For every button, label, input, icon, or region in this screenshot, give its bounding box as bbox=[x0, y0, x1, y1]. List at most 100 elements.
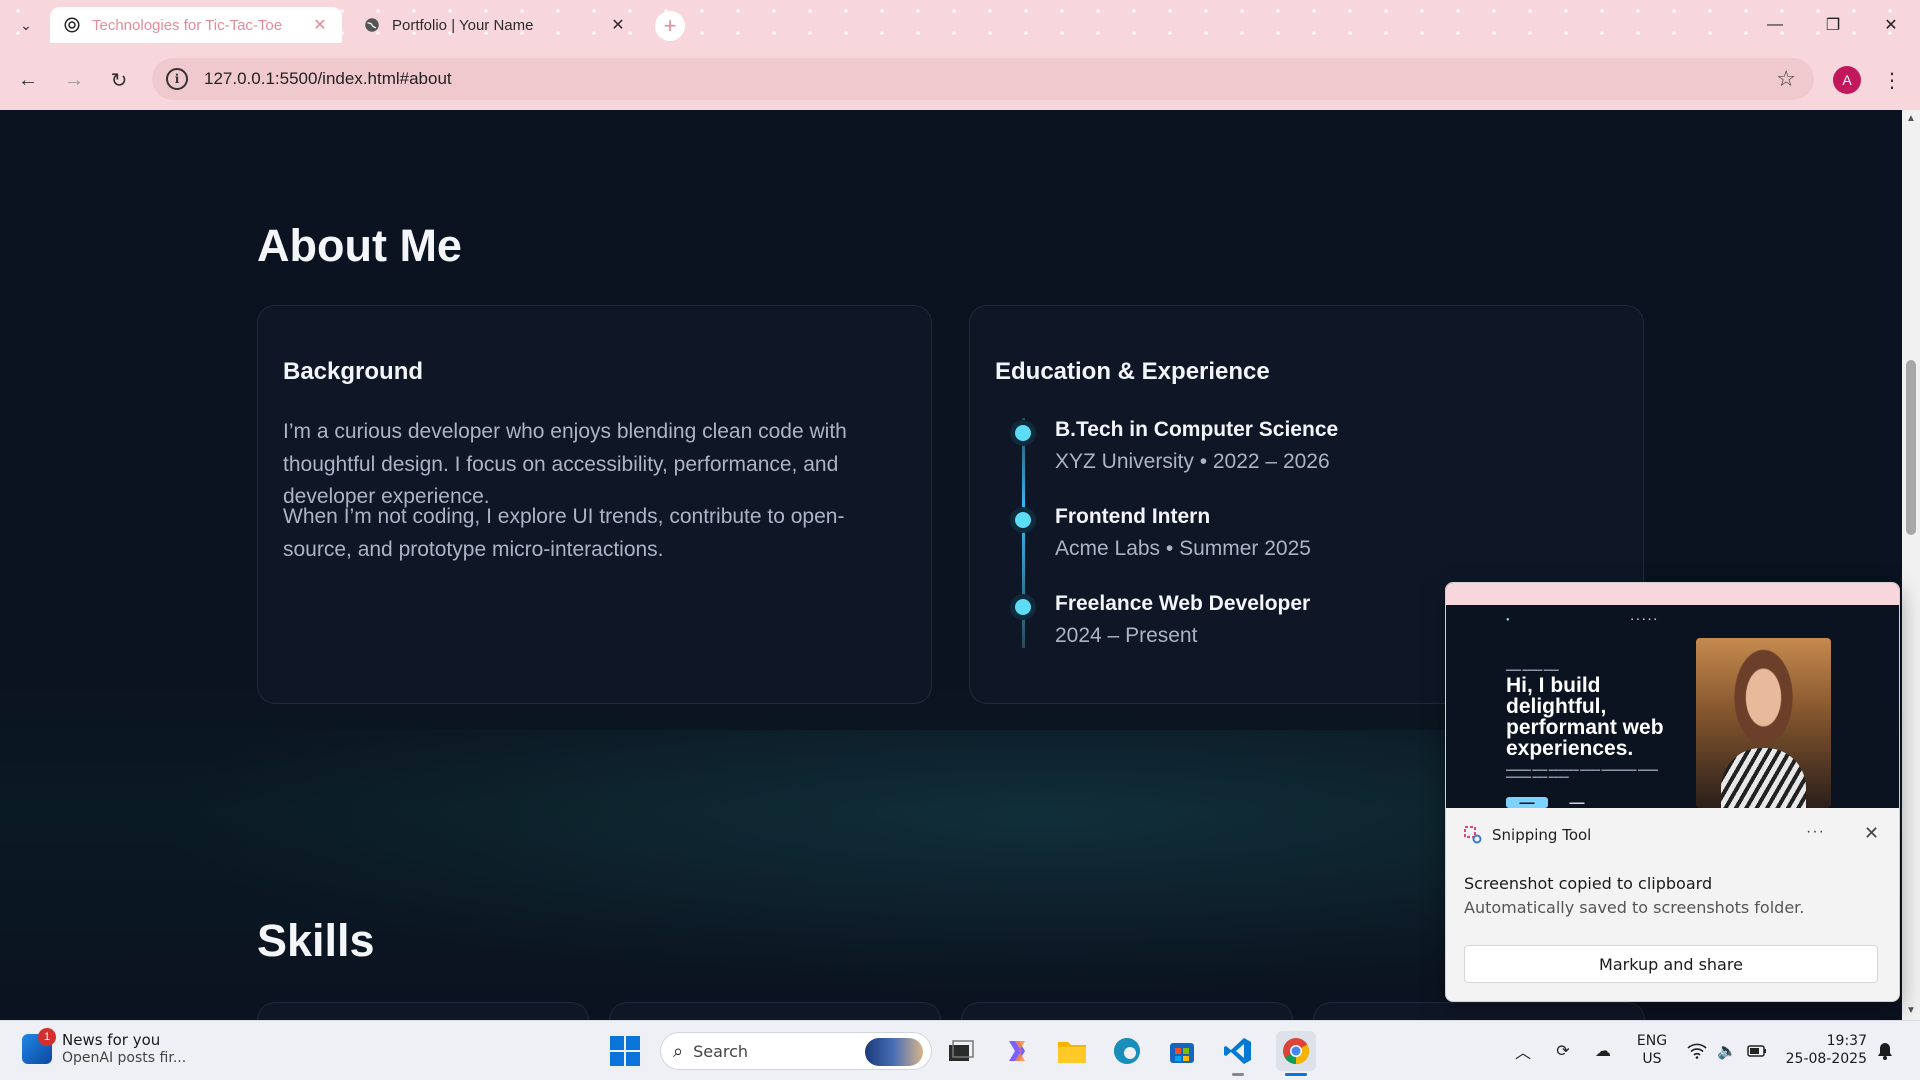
preview-eyebrow: ▬▬▬ ▬▬▬▬ ▬▬▬ bbox=[1506, 667, 1559, 673]
news-badge: 1 bbox=[38, 1028, 56, 1046]
preview-secondary-button: ▬▬▬ bbox=[1569, 799, 1585, 806]
skill-card bbox=[961, 1002, 1293, 1020]
snipping-tool-notification[interactable]: ● ▪ ▪ ▪ ▪ ▪ ▬▬▬ ▬▬▬▬ ▬▬▬ Hi, I build del… bbox=[1445, 582, 1900, 1002]
timeline-subtitle: 2024 – Present bbox=[1055, 624, 1198, 647]
search-highlight-image bbox=[865, 1038, 923, 1066]
taskbar-search[interactable]: ⌕ Search bbox=[660, 1032, 932, 1070]
snipping-tool-icon bbox=[1464, 826, 1482, 844]
show-hidden-icons-chevron-icon[interactable]: ︿ bbox=[1510, 1021, 1536, 1080]
windows-taskbar: 1 News for you OpenAI posts fir... ⌕ Sea… bbox=[0, 1020, 1920, 1080]
skill-card bbox=[257, 1002, 589, 1020]
tab-title: Technologies for Tic-Tac-Toe bbox=[92, 16, 283, 34]
preview-browser-chrome bbox=[1446, 583, 1899, 605]
clock-date: 25-08-2025 bbox=[1785, 1051, 1867, 1067]
task-view-icon[interactable] bbox=[944, 1034, 978, 1068]
about-section-title: About Me bbox=[257, 220, 462, 271]
background-paragraph-1: I’m a curious developer who enjoys blend… bbox=[283, 420, 847, 508]
news-subtitle: OpenAI posts fir... bbox=[62, 1050, 187, 1066]
wifi-icon[interactable] bbox=[1684, 1021, 1710, 1080]
globe-icon bbox=[362, 15, 382, 35]
notification-title: Screenshot copied to clipboard bbox=[1464, 874, 1713, 893]
address-bar[interactable]: i 127.0.0.1:5500/index.html#about ☆ bbox=[152, 58, 1814, 100]
volume-icon[interactable]: 🔈 bbox=[1714, 1021, 1740, 1080]
news-icon: 1 bbox=[22, 1028, 56, 1064]
scroll-up-icon[interactable]: ▲ bbox=[1906, 113, 1916, 124]
profile-avatar[interactable]: A bbox=[1833, 66, 1861, 94]
search-placeholder: Search bbox=[693, 1041, 749, 1061]
windows-start-icon[interactable] bbox=[610, 1036, 640, 1066]
chrome-icon[interactable] bbox=[1276, 1031, 1316, 1071]
preview-logo: ● bbox=[1506, 617, 1510, 623]
url-text[interactable]: 127.0.0.1:5500/index.html#about bbox=[204, 69, 452, 89]
background-paragraph-2: When I’m not coding, I explore UI trends… bbox=[283, 505, 845, 561]
taskbar-clock[interactable]: 19:37 25-08-2025 bbox=[1785, 1032, 1867, 1068]
preview-primary-button: ▬▬▬ bbox=[1506, 797, 1548, 808]
bookmark-star-icon[interactable]: ☆ bbox=[1776, 66, 1796, 92]
preview-hero-text: Hi, I build delightful, performant web e… bbox=[1506, 674, 1664, 760]
preview-portrait-photo bbox=[1696, 638, 1831, 808]
timeline-dot bbox=[1010, 420, 1036, 446]
screenshot-preview[interactable]: ● ▪ ▪ ▪ ▪ ▪ ▬▬▬ ▬▬▬▬ ▬▬▬ Hi, I build del… bbox=[1446, 583, 1899, 808]
timeline-title: B.Tech in Computer Science bbox=[1055, 418, 1339, 441]
browser-tab-strip: ⌄ Technologies for Tic-Tac-Toe ✕ Portfol… bbox=[0, 0, 1920, 50]
scroll-down-icon[interactable]: ▼ bbox=[1906, 1005, 1916, 1016]
vscode-icon[interactable] bbox=[1221, 1034, 1255, 1068]
timeline-subtitle: Acme Labs • Summer 2025 bbox=[1055, 537, 1311, 560]
education-heading: Education & Experience bbox=[995, 358, 1270, 385]
timeline-title: Frontend Intern bbox=[1055, 505, 1211, 528]
news-title: News for you bbox=[62, 1031, 161, 1049]
timeline-title: Freelance Web Developer bbox=[1055, 592, 1311, 615]
notification-body: Automatically saved to screenshots folde… bbox=[1464, 898, 1805, 917]
browser-menu-icon[interactable]: ⋮ bbox=[1880, 64, 1904, 96]
minimize-button[interactable]: — bbox=[1746, 0, 1804, 50]
close-icon[interactable]: ✕ bbox=[310, 15, 330, 35]
skill-card bbox=[1313, 1002, 1645, 1020]
more-options-icon[interactable]: ··· bbox=[1806, 823, 1825, 841]
edge-icon[interactable] bbox=[1110, 1034, 1144, 1068]
preview-lead: ▬▬▬▬▬ ▬▬▬ ▬▬▬▬▬▬ ▬▬▬▬ ▬▬▬▬▬▬▬ ▬▬▬▬ ▬▬▬▬▬… bbox=[1506, 767, 1658, 780]
search-icon: ⌕ bbox=[673, 1040, 684, 1061]
skill-card bbox=[609, 1002, 941, 1020]
restore-button[interactable]: ❐ bbox=[1804, 0, 1862, 50]
back-button[interactable]: ← bbox=[12, 64, 44, 96]
chatgpt-icon bbox=[62, 15, 82, 35]
timeline-subtitle: XYZ University • 2022 – 2026 bbox=[1055, 450, 1330, 473]
notification-app-name: Snipping Tool bbox=[1492, 826, 1592, 844]
background-card: Background I’m a curious developer who e… bbox=[257, 305, 932, 704]
preview-nav: ▪ ▪ ▪ ▪ ▪ bbox=[1631, 617, 1658, 623]
tab-portfolio[interactable]: Portfolio | Your Name ✕ bbox=[350, 7, 640, 43]
markup-and-share-button[interactable]: Markup and share bbox=[1464, 945, 1878, 983]
scrollbar-thumb[interactable] bbox=[1906, 360, 1916, 535]
tab-title: Portfolio | Your Name bbox=[392, 16, 534, 34]
region-code: US bbox=[1642, 1051, 1662, 1067]
news-widget[interactable]: 1 News for you OpenAI posts fir... bbox=[22, 1028, 187, 1067]
tab-tic-tac-toe[interactable]: Technologies for Tic-Tac-Toe ✕ bbox=[50, 7, 342, 43]
battery-icon[interactable] bbox=[1744, 1021, 1770, 1080]
close-icon[interactable]: ✕ bbox=[608, 15, 628, 35]
forward-button[interactable]: → bbox=[58, 64, 90, 96]
language-indicator[interactable]: ENG US bbox=[1634, 1032, 1670, 1068]
copilot-icon[interactable] bbox=[1000, 1034, 1034, 1068]
close-window-button[interactable]: ✕ bbox=[1862, 0, 1920, 50]
language-code: ENG bbox=[1636, 1033, 1668, 1049]
tab-search-button[interactable]: ⌄ bbox=[12, 12, 40, 38]
timeline-dot bbox=[1010, 594, 1036, 620]
close-icon[interactable]: ✕ bbox=[1864, 823, 1879, 844]
browser-toolbar: ← → ↻ i 127.0.0.1:5500/index.html#about … bbox=[0, 50, 1920, 110]
notification-bell-icon[interactable] bbox=[1872, 1021, 1898, 1080]
chrome-active-indicator bbox=[1285, 1073, 1307, 1076]
site-info-icon[interactable]: i bbox=[166, 68, 188, 90]
microsoft-store-icon[interactable] bbox=[1165, 1034, 1199, 1068]
timeline-dot bbox=[1010, 507, 1036, 533]
vscode-running-indicator bbox=[1232, 1073, 1244, 1076]
new-tab-button[interactable]: + bbox=[655, 11, 685, 41]
skills-section-title: Skills bbox=[257, 915, 375, 966]
sync-icon[interactable]: ⟳ bbox=[1550, 1021, 1576, 1080]
page-scrollbar[interactable]: ▲ ▼ bbox=[1902, 110, 1920, 1020]
file-explorer-icon[interactable] bbox=[1055, 1034, 1089, 1068]
clock-time: 19:37 bbox=[1826, 1033, 1867, 1049]
background-heading: Background bbox=[283, 358, 424, 385]
notification-header: Snipping Tool bbox=[1464, 826, 1591, 844]
reload-button[interactable]: ↻ bbox=[103, 64, 135, 96]
onedrive-cloud-icon[interactable]: ☁ bbox=[1590, 1021, 1616, 1080]
